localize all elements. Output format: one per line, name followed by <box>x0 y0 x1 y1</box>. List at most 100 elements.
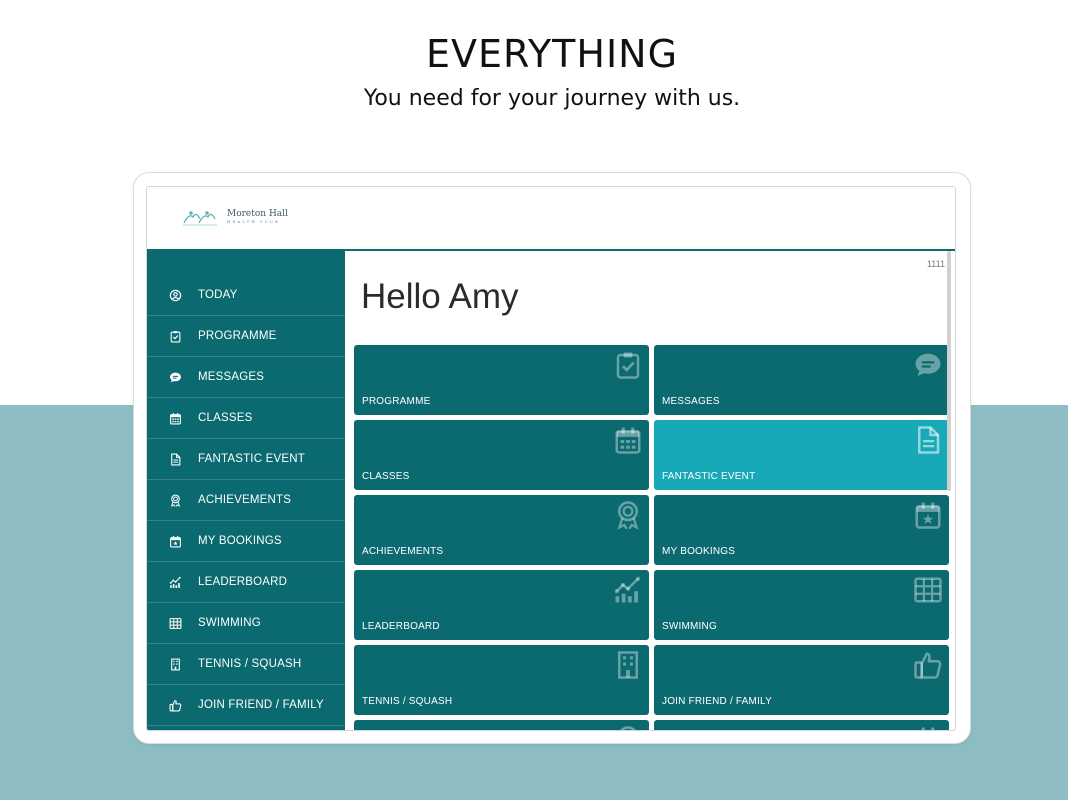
logo-swimmers-icon <box>183 211 217 226</box>
sidebar-item-programme[interactable]: PROGRAMME <box>147 316 345 357</box>
tile-more-10[interactable] <box>354 720 649 730</box>
sidebar-item-classes[interactable]: CLASSES <box>147 398 345 439</box>
calendar-star-icon <box>913 500 943 530</box>
tile-my-bookings[interactable]: MY BOOKINGS <box>654 495 949 565</box>
sidebar-item-label: MESSAGES <box>198 371 265 383</box>
tile-more-11[interactable] <box>654 720 949 730</box>
tile-achievements[interactable]: ACHIEVEMENTS <box>354 495 649 565</box>
tile-fantastic-event[interactable]: FANTASTIC EVENT <box>654 420 949 490</box>
club-logo[interactable]: Moreton Hall HEALTH CLUB <box>181 207 288 227</box>
document-icon <box>170 453 180 465</box>
document-icon <box>168 452 182 466</box>
award-icon <box>617 501 639 530</box>
sidebar-item-label: TENNIS / SQUASH <box>198 658 302 670</box>
chart-icon <box>168 575 182 589</box>
sidebar-item-today[interactable]: TODAY <box>147 275 345 316</box>
sidebar-item-my-bookings[interactable]: MY BOOKINGS <box>147 521 345 562</box>
calendar-icon <box>615 427 641 454</box>
calendar-star-icon <box>169 535 181 547</box>
tile-label: SWIMMING <box>662 621 717 632</box>
calendar-icon <box>169 412 181 424</box>
greeting-heading: Hello Amy <box>361 277 519 316</box>
document-icon <box>918 426 940 454</box>
sidebar-item-label: CLASSES <box>198 412 253 424</box>
clipboard-check-icon <box>613 350 643 380</box>
comment-icon <box>915 353 941 377</box>
tile-label: PROGRAMME <box>362 396 431 407</box>
award-icon <box>613 500 643 530</box>
sidebar-item-tennis-squash[interactable]: TENNIS / SQUASH <box>147 644 345 685</box>
sidebar-item-label: JOIN FRIEND / FAMILY <box>198 699 324 711</box>
calendar-star-icon <box>168 534 182 548</box>
logo-name: Moreton Hall <box>227 209 288 219</box>
building-icon <box>613 650 643 680</box>
logo-subtitle: HEALTH CLUB <box>227 219 280 224</box>
thumbs-up-icon <box>169 699 181 711</box>
sidebar: TODAY PROGRAMME MESSAGES CLASSES FANTASTIC E… <box>147 251 345 730</box>
thumbs-up-icon <box>913 650 943 680</box>
clipboard-check-icon <box>168 329 182 343</box>
user-circle-icon <box>168 288 182 302</box>
calendar-icon <box>913 725 943 730</box>
scrollbar[interactable] <box>947 251 951 491</box>
tablet-frame: Moreton Hall HEALTH CLUB TODAY PROGRAMME M… <box>133 172 971 744</box>
calendar-star-icon <box>915 502 941 529</box>
grid-icon <box>913 575 943 605</box>
grid-icon <box>168 616 182 630</box>
version-label: 1111 <box>926 259 945 269</box>
comment-icon <box>168 370 182 384</box>
grid-icon <box>914 577 942 603</box>
tile-label: MY BOOKINGS <box>662 546 736 557</box>
sidebar-item-label: SWIMMING <box>198 617 261 629</box>
grid-icon <box>169 617 181 629</box>
tile-programme[interactable]: PROGRAMME <box>354 345 649 415</box>
tile-grid: PROGRAMME MESSAGES CLASSES FANTASTIC EVENT A… <box>354 345 950 730</box>
sidebar-item-label: MY BOOKINGS <box>198 535 282 547</box>
tile-label: TENNIS / SQUASH <box>362 696 453 707</box>
app-screen: Moreton Hall HEALTH CLUB TODAY PROGRAMME M… <box>146 186 956 731</box>
thumbs-up-icon <box>168 698 182 712</box>
chart-icon <box>169 576 181 588</box>
tile-label: LEADERBOARD <box>362 621 440 632</box>
tile-leaderboard[interactable]: LEADERBOARD <box>354 570 649 640</box>
award-icon <box>620 726 636 730</box>
tile-join-friend-family[interactable]: JOIN FRIEND / FAMILY <box>654 645 949 715</box>
calendar-icon <box>613 425 643 455</box>
tile-label: FANTASTIC EVENT <box>662 471 756 482</box>
sidebar-item-leaderboard[interactable]: LEADERBOARD <box>147 562 345 603</box>
sidebar-item-label: ACHIEVEMENTS <box>198 494 292 506</box>
hero-subtitle: You need for your journey with us. <box>363 86 741 111</box>
chart-icon <box>614 576 640 603</box>
chart-icon <box>613 575 643 605</box>
tile-label: CLASSES <box>362 471 410 482</box>
sidebar-item-label: TODAY <box>198 289 238 301</box>
user-circle-icon <box>169 289 181 301</box>
calendar-icon <box>168 411 182 425</box>
award-icon <box>170 494 180 507</box>
tile-messages[interactable]: MESSAGES <box>654 345 949 415</box>
award-icon <box>168 493 182 507</box>
tile-classes[interactable]: CLASSES <box>354 420 649 490</box>
building-icon <box>168 657 182 671</box>
document-icon <box>913 425 943 455</box>
comment-icon <box>913 350 943 380</box>
award-icon <box>613 725 643 730</box>
sidebar-item-label: LEADERBOARD <box>198 576 288 588</box>
building-icon <box>170 658 180 670</box>
comment-icon <box>169 372 181 382</box>
tile-swimming[interactable]: SWIMMING <box>654 570 949 640</box>
tile-label: JOIN FRIEND / FAMILY <box>662 696 772 707</box>
sidebar-item-swimming[interactable]: SWIMMING <box>147 603 345 644</box>
tile-tennis-squash[interactable]: TENNIS / SQUASH <box>354 645 649 715</box>
calendar-icon <box>921 727 935 730</box>
sidebar-item-join-friend-family[interactable]: JOIN FRIEND / FAMILY <box>147 685 345 726</box>
hero-title: EVERYTHING <box>425 32 679 76</box>
sidebar-item-label: FANTASTIC EVENT <box>198 453 305 465</box>
sidebar-item-fantastic-event[interactable]: FANTASTIC EVENT <box>147 439 345 480</box>
tile-label: ACHIEVEMENTS <box>362 546 444 557</box>
sidebar-item-achievements[interactable]: ACHIEVEMENTS <box>147 480 345 521</box>
sidebar-item-label: PROGRAMME <box>198 330 277 342</box>
thumbs-up-icon <box>914 652 942 679</box>
building-icon <box>618 651 638 679</box>
sidebar-item-messages[interactable]: MESSAGES <box>147 357 345 398</box>
